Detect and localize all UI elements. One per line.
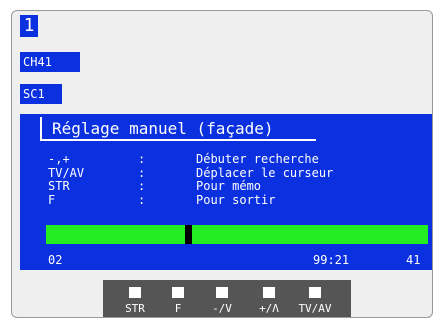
help-key: STR: [48, 179, 70, 193]
help-row: F : Pour sortir: [48, 192, 428, 208]
tv-av-button-label: TV/AV: [298, 302, 332, 315]
help-list: -,+ : Débuter recherche TV/AV : Déplacer…: [48, 152, 428, 208]
help-separator: :: [138, 165, 146, 180]
volume-down-button-key: [216, 287, 228, 298]
volume-down-button[interactable]: -/V: [205, 280, 239, 317]
volume-down-button-label: -/V: [212, 302, 232, 315]
manual-tuning-panel: Réglage manuel (façade) -,+ : Débuter re…: [20, 114, 432, 270]
str-button-label: STR: [125, 302, 145, 315]
help-description: Déplacer le curseur: [196, 165, 334, 180]
help-description: Pour sortir: [196, 192, 276, 207]
status-time: 99:21: [313, 253, 350, 267]
help-separator: :: [138, 192, 146, 207]
tuning-cursor[interactable]: [185, 225, 192, 244]
f-button[interactable]: F: [163, 280, 193, 317]
help-separator: :: [138, 179, 146, 193]
status-channel: 41: [406, 253, 421, 267]
str-button-key: [129, 287, 141, 298]
volume-up-button-key: [263, 287, 275, 298]
help-separator: :: [138, 152, 146, 166]
tv-screen: 1 CH41 SC1 Réglage manuel (façade) -,+ :…: [11, 10, 433, 318]
help-row: STR : Pour mémo: [48, 179, 428, 194]
help-row: TV/AV : Déplacer le curseur: [48, 165, 428, 181]
help-description: Débuter recherche: [196, 152, 319, 166]
help-row: -,+ : Débuter recherche: [48, 152, 428, 167]
channel-indicator: CH41: [20, 52, 80, 72]
source-indicator: SC1: [20, 84, 62, 104]
status-program: 02: [48, 253, 63, 267]
tv-av-button[interactable]: TV/AV: [291, 280, 339, 317]
button-panel: STR F -/V +/Λ TV/AV: [103, 280, 351, 317]
help-description: Pour mémo: [196, 179, 262, 193]
str-button[interactable]: STR: [117, 280, 153, 317]
tv-av-button-key: [309, 287, 321, 298]
volume-up-button-label: +/Λ: [259, 302, 279, 315]
help-key: F: [48, 192, 56, 207]
f-button-label: F: [174, 302, 182, 315]
panel-title: Réglage manuel (façade): [40, 117, 316, 141]
f-button-key: [172, 287, 184, 298]
volume-up-button[interactable]: +/Λ: [251, 280, 287, 317]
tuning-bar: [46, 225, 428, 244]
help-key: TV/AV: [48, 165, 85, 180]
help-key: -,+: [48, 152, 70, 166]
program-number: 1: [20, 15, 38, 37]
